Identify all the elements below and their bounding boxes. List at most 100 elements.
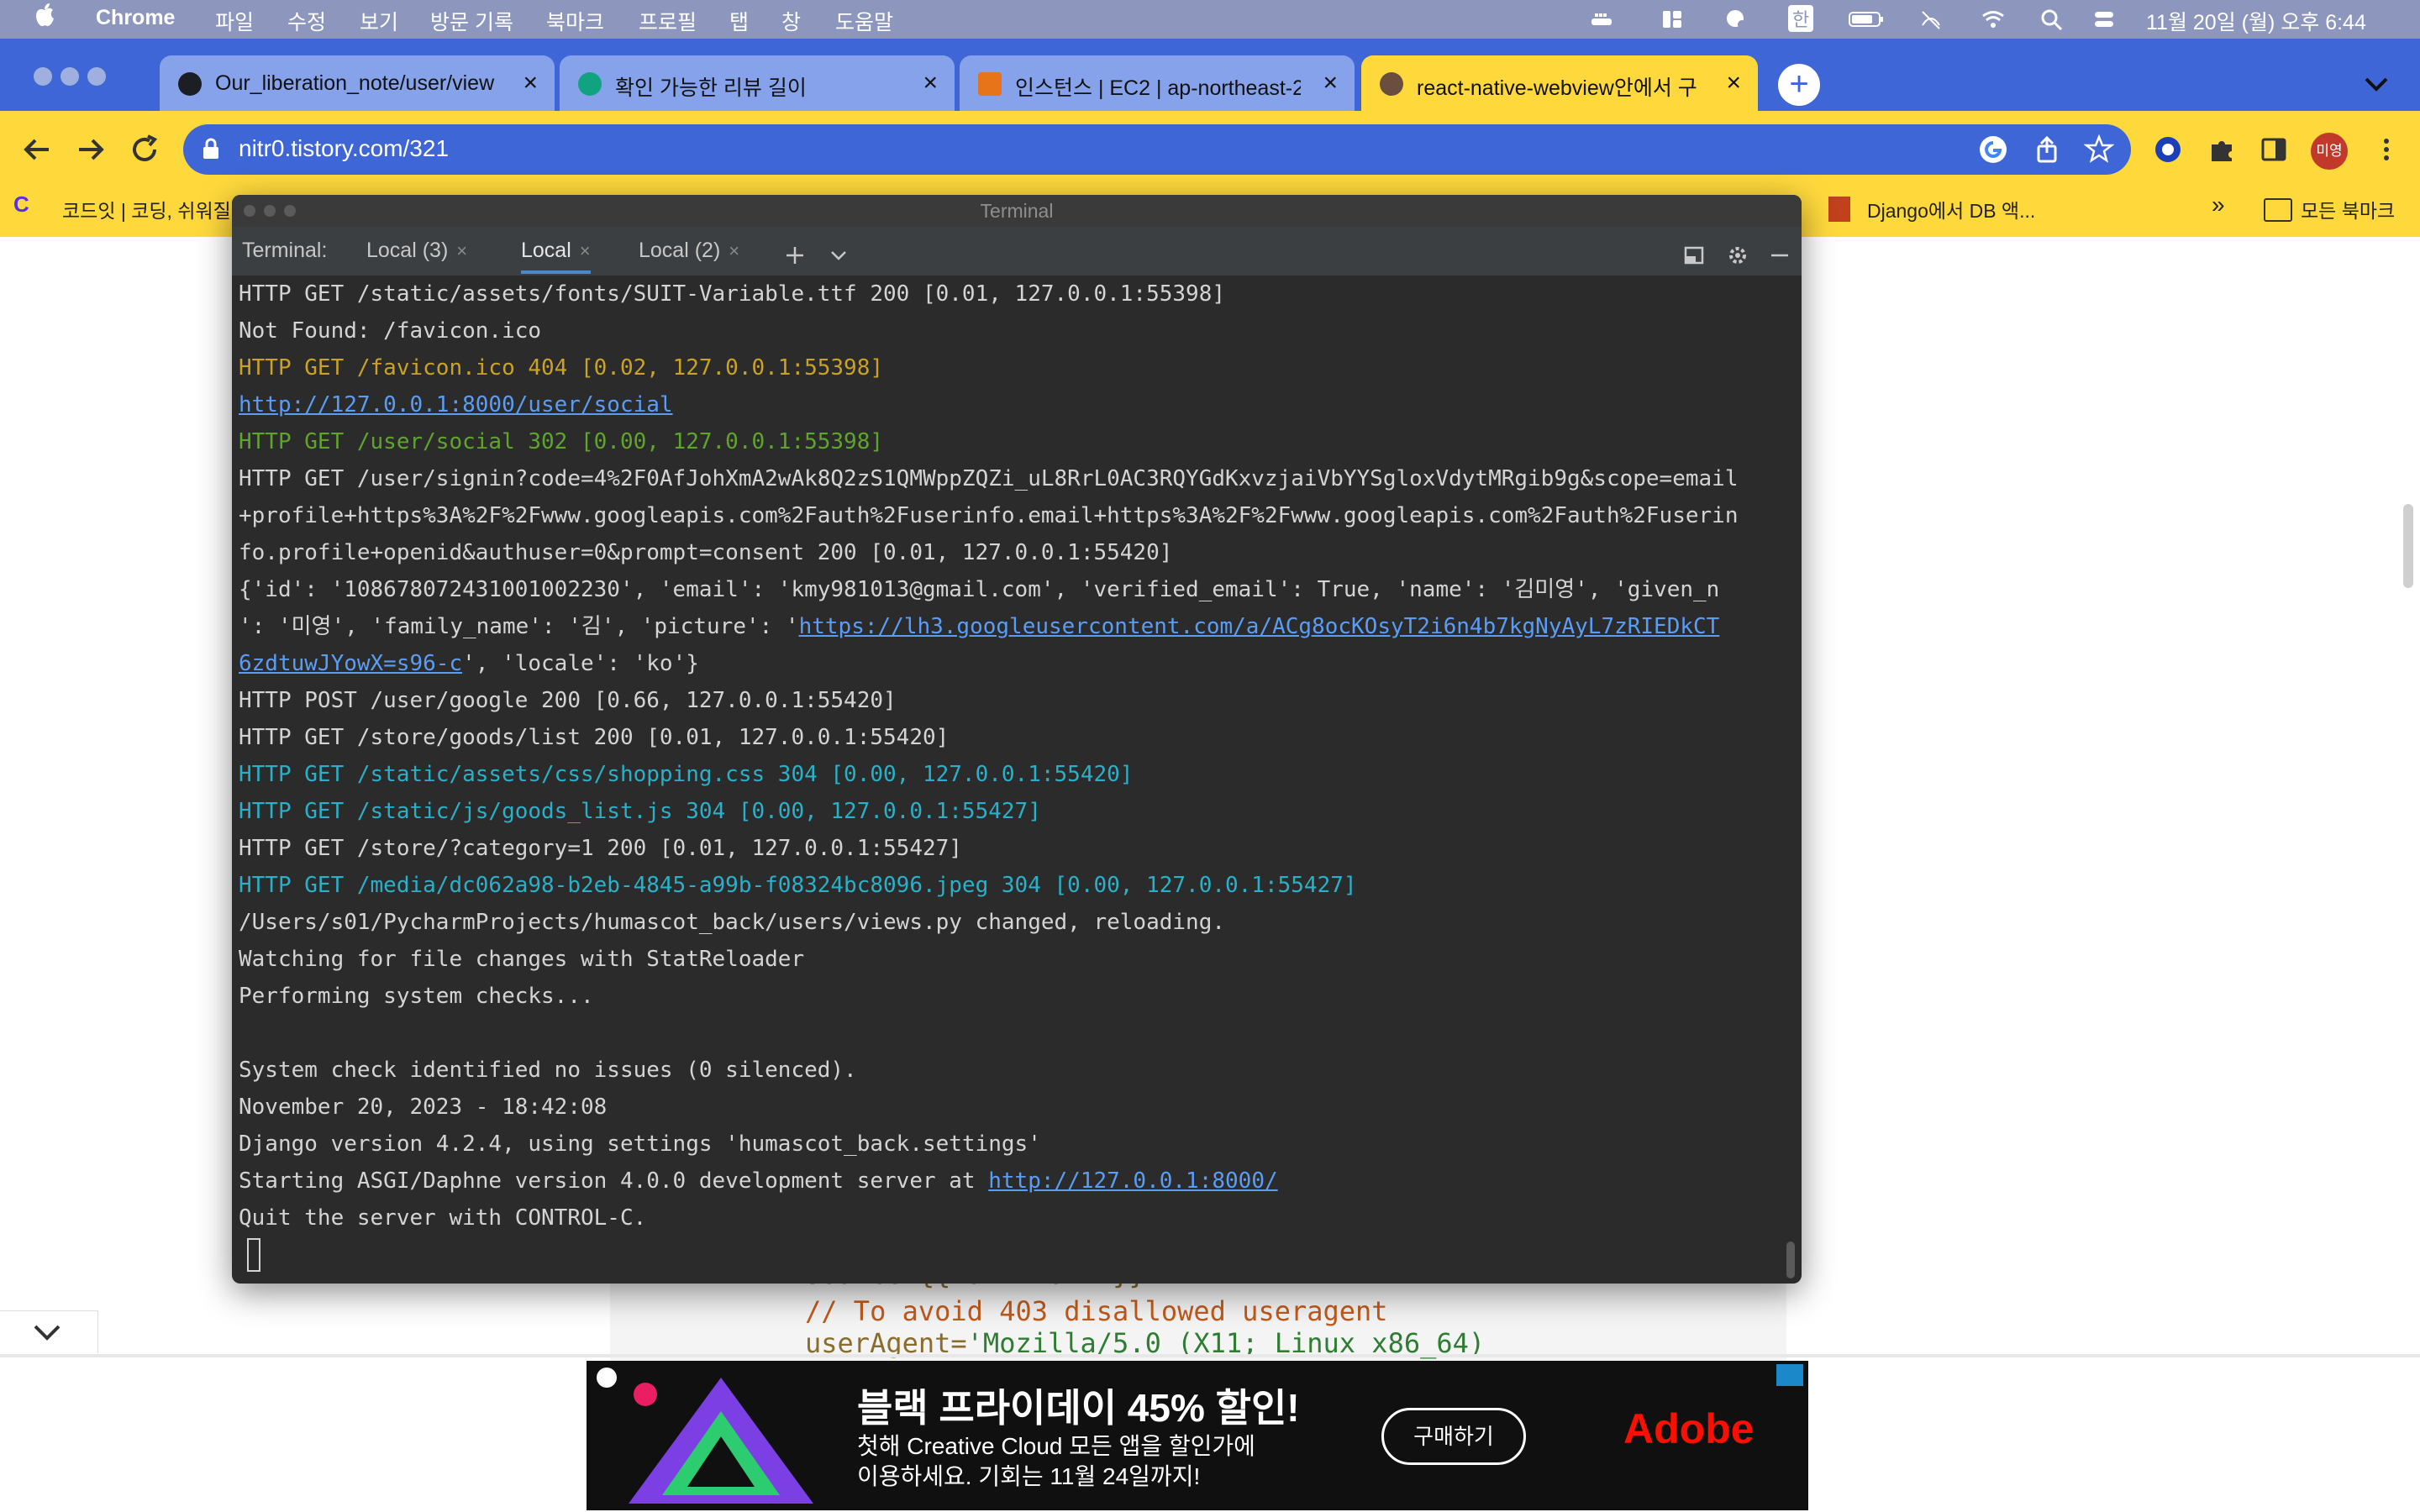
wifi-icon[interactable]	[1981, 8, 2005, 30]
adobe-logo: Adobe	[1623, 1405, 1754, 1452]
terminal-tab-selected[interactable]: Local ×	[521, 239, 591, 274]
browser-tab[interactable]: 확인 가능한 리뷰 길이 ×	[560, 55, 955, 111]
menu-tab[interactable]: 탭	[729, 6, 749, 36]
google-lens-icon[interactable]	[1978, 134, 2008, 165]
menu-history[interactable]: 방문 기록	[430, 6, 513, 36]
menu-help[interactable]: 도움말	[835, 6, 893, 36]
tab-close-icon[interactable]: ×	[729, 240, 739, 261]
ad-banner[interactable]: 블랙 프라이데이 45% 할인! 첫해 Creative Cloud 모든 앱을…	[587, 1361, 1808, 1510]
page-scrollbar[interactable]	[2403, 504, 2413, 588]
bookmark-item[interactable]: 코드잇 | 코딩, 쉬워질	[62, 195, 231, 223]
terminal-line: HTTP GET /media/dc062a98-b2eb-4845-a99b-…	[239, 867, 1781, 904]
extension-chrome-icon[interactable]	[2153, 134, 2183, 165]
bookmark-favicon-icon	[1828, 197, 1850, 222]
window-close-button[interactable]	[34, 67, 52, 86]
terminal-line: HTTP POST /user/google 200 [0.66, 127.0.…	[239, 682, 1781, 719]
tab-search-chevron-icon[interactable]	[2360, 71, 2393, 97]
forward-arrow-icon[interactable]	[74, 133, 108, 166]
terminal-cursor	[247, 1238, 260, 1272]
hide-panel-minus-icon[interactable]	[1768, 244, 1791, 267]
app-menu[interactable]: Chrome	[96, 6, 175, 30]
code-comment: // To avoid 403 disallowed useragent	[805, 1295, 1388, 1327]
extensions-puzzle-icon[interactable]	[2207, 134, 2237, 165]
terminal-tab[interactable]: Local (2) ×	[639, 239, 739, 263]
tab-close-icon[interactable]: ×	[456, 240, 467, 261]
menu-window[interactable]: 창	[781, 6, 801, 36]
terminal-text: Django version 4.2.4, using settings 'hu…	[239, 1131, 1041, 1157]
terminal-text: HTTP GET /user/social 302 [0.00, 127.0.0…	[239, 429, 884, 454]
folder-icon	[2264, 198, 2292, 222]
more-menu-icon[interactable]	[2371, 134, 2402, 165]
terminal-layout-icon[interactable]	[1682, 244, 1706, 267]
terminal-output[interactable]: HTTP GET /static/assets/fonts/SUIT-Varia…	[239, 276, 1781, 1284]
terminal-link[interactable]: http://127.0.0.1:8000/	[988, 1168, 1277, 1194]
battery-icon[interactable]	[1849, 8, 1884, 30]
control-center-icon[interactable]	[2092, 8, 2116, 30]
share-icon[interactable]	[2032, 134, 2062, 165]
ad-info-icon[interactable]	[1776, 1364, 1803, 1386]
collapse-toggle[interactable]	[0, 1310, 98, 1353]
ad-buy-button[interactable]: 구매하기	[1381, 1408, 1526, 1465]
terminal-link[interactable]: https://lh3.googleusercontent.com/a/ACg8…	[799, 614, 1720, 639]
terminal-line: {'id': '108678072431001002230', 'email':…	[239, 571, 1781, 608]
ad-choices-icon[interactable]	[597, 1368, 617, 1388]
terminal-line: Not Found: /favicon.ico	[239, 312, 1781, 349]
back-arrow-icon[interactable]	[20, 133, 54, 166]
side-panel-icon[interactable]	[2259, 134, 2289, 165]
menu-edit[interactable]: 수정	[287, 6, 326, 36]
spotlight-search-icon[interactable]	[2040, 8, 2064, 31]
tab-close-icon[interactable]: ×	[1323, 69, 1338, 97]
bookmark-star-icon[interactable]	[2083, 134, 2115, 165]
terminal-dropdown-chevron-icon[interactable]	[827, 244, 850, 267]
bookmark-item[interactable]: Django에서 DB 액...	[1867, 195, 2035, 223]
terminal-scrollbar[interactable]	[1786, 1242, 1795, 1278]
browser-tab-active[interactable]: react-native-webview안에서 구 ×	[1361, 55, 1758, 111]
terminal-tab[interactable]: Local (3) ×	[366, 239, 467, 263]
new-tab-button[interactable]: +	[1778, 64, 1820, 106]
bookmarks-overflow-button[interactable]: »	[2212, 192, 2225, 218]
window-zoom-button[interactable]	[87, 67, 106, 86]
tab-close-icon[interactable]: ×	[923, 69, 938, 97]
terminal-title: Terminal	[980, 200, 1054, 222]
reload-icon[interactable]	[128, 133, 161, 166]
terminal-text: Not Found: /favicon.ico	[239, 318, 542, 344]
tab-close-icon[interactable]: ×	[580, 240, 591, 261]
terminal-line: November 20, 2023 - 18:42:08	[239, 1089, 1781, 1126]
tab-close-icon[interactable]: ×	[1726, 69, 1741, 97]
menu-profiles[interactable]: 프로필	[639, 6, 697, 36]
layout-icon[interactable]	[1660, 8, 1684, 30]
tab-title: react-native-webview안에서 구	[1417, 76, 1697, 100]
terminal-text: ': '미영', 'family_name': '김', 'picture': …	[239, 614, 799, 639]
browser-tab[interactable]: Our_liberation_note/user/view ×	[160, 55, 555, 111]
terminal-link[interactable]: 6zdtuwJYowX=s96-c	[239, 651, 462, 676]
terminal-text: Starting ASGI/Daphne version 4.0.0 devel…	[239, 1168, 989, 1194]
menu-file[interactable]: 파일	[215, 6, 254, 36]
browser-tab[interactable]: 인스턴스 | EC2 | ap-northeast-2 ×	[960, 55, 1355, 111]
terminal-text: HTTP GET /store/?category=1 200 [0.01, 1…	[239, 836, 962, 861]
terminal-link[interactable]: http://127.0.0.1:8000/user/social	[239, 392, 673, 417]
apple-menu-icon[interactable]	[34, 3, 55, 34]
docker-icon[interactable]	[1590, 8, 1613, 30]
menubar-clock[interactable]: 11월 20일 (월) 오후 6:44	[2146, 6, 2366, 36]
lock-icon[interactable]	[202, 137, 220, 160]
tab-close-icon[interactable]: ×	[523, 69, 538, 97]
window-minimize-button[interactable]	[60, 67, 79, 86]
focus-off-icon[interactable]	[1919, 8, 1943, 30]
chat-bubble-icon[interactable]	[1724, 8, 1748, 30]
add-terminal-icon[interactable]	[783, 244, 807, 267]
terminal-text: HTTP GET /store/goods/list 200 [0.01, 12…	[239, 725, 950, 750]
url-text[interactable]: nitr0.tistory.com/321	[239, 135, 449, 162]
menu-view[interactable]: 보기	[360, 6, 398, 36]
terminal-text: HTTP GET /static/assets/css/shopping.css…	[239, 762, 1134, 787]
address-bar[interactable]	[183, 124, 2131, 175]
input-method-indicator[interactable]: 한	[1788, 5, 1814, 32]
settings-gear-icon[interactable]	[1726, 244, 1749, 267]
page-divider	[0, 1354, 2420, 1357]
all-bookmarks-button[interactable]: 모든 북마크	[2301, 195, 2395, 223]
menu-bookmarks[interactable]: 북마크	[546, 6, 604, 36]
profile-avatar[interactable]: 미영	[2311, 133, 2348, 170]
tab-title: 인스턴스 | EC2 | ap-northeast-2	[1015, 76, 1301, 100]
terminal-text: System check identified no issues (0 sil…	[239, 1058, 857, 1083]
aws-icon	[978, 72, 1002, 96]
terminal-line: HTTP GET /static/js/goods_list.js 304 [0…	[239, 793, 1781, 830]
